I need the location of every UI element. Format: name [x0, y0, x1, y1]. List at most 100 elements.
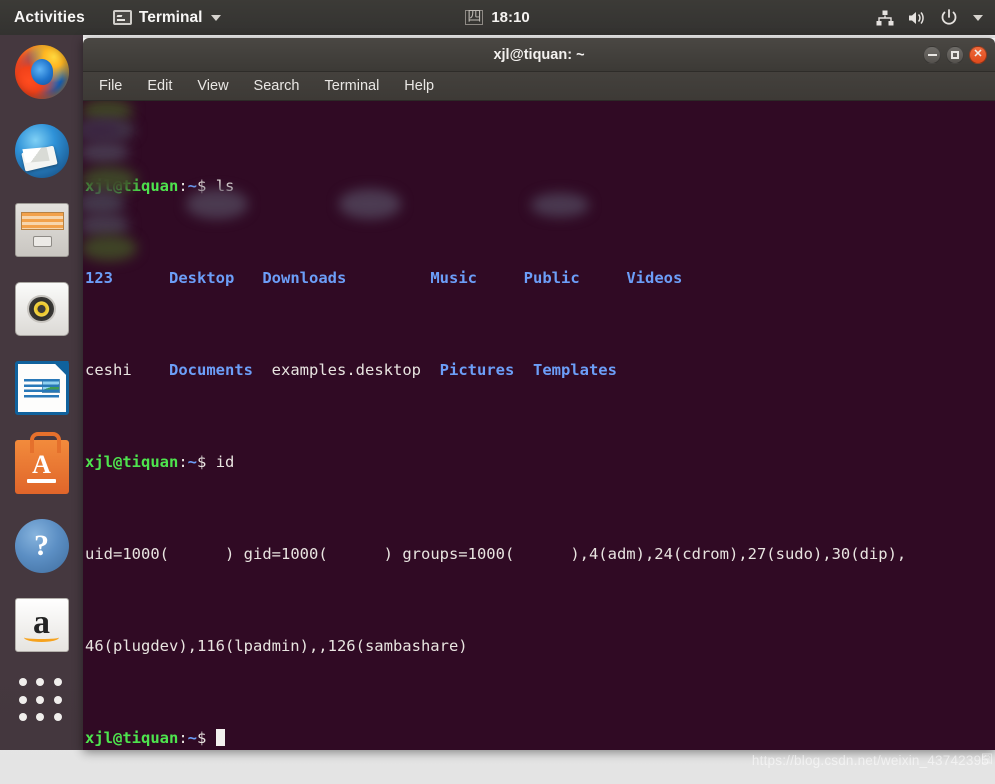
ls-gap — [113, 269, 169, 287]
ls-cell-desktop: Desktop — [169, 269, 235, 287]
dock-item-help[interactable]: ? — [12, 516, 72, 576]
ls-gap — [477, 269, 524, 287]
prompt-user: xjl@ — [85, 729, 123, 747]
prompt-user: xjl@ — [85, 177, 123, 195]
window-title: xjl@tiquan: ~ — [493, 46, 585, 63]
help-question-glyph: ? — [34, 529, 49, 562]
ls-cell-pictures: Pictures — [439, 361, 515, 379]
menu-view[interactable]: View — [195, 76, 230, 96]
ls-gap — [234, 269, 262, 287]
app-menu-button[interactable]: Terminal — [112, 9, 222, 27]
clock-text: 18:10 — [491, 9, 530, 26]
id-groups-wrap: 46(plugdev),116(lpadmin),,126(sambashare… — [85, 637, 468, 655]
menu-terminal[interactable]: Terminal — [323, 76, 382, 96]
dock-item-amazon[interactable]: a — [12, 595, 72, 655]
menu-help[interactable]: Help — [402, 76, 436, 96]
terminal-line-prompt-ls: xjl@tiquan:~$ ls — [85, 175, 993, 198]
terminal-titlebar[interactable]: xjl@tiquan: ~ ✕ — [83, 38, 995, 72]
id-gid-part: ) gid=1000( — [225, 545, 328, 563]
terminal-text: xjl@tiquan:~$ ls 123 Desktop Downloads M… — [85, 106, 993, 750]
prompt-host: tiquan — [122, 453, 179, 471]
system-tray — [876, 8, 983, 27]
dock-item-thunderbird[interactable] — [12, 121, 72, 181]
gnome-top-bar: Activities Terminal 四 18:10 — [0, 0, 995, 35]
tray-chevron-down-icon[interactable] — [971, 14, 983, 21]
firefox-icon — [14, 45, 69, 99]
chevron-down-glyph — [973, 14, 983, 21]
ls-cell-videos: Videos — [626, 269, 683, 287]
ls-cell-examples-desktop: examples.desktop — [271, 361, 421, 379]
rhythmbox-icon — [14, 282, 69, 336]
grid-dot — [36, 695, 45, 704]
terminal-line-id-output-1: uid=1000( ) gid=1000( ) groups=1000( ),4… — [85, 543, 993, 566]
menu-edit[interactable]: Edit — [145, 76, 174, 96]
ls-gap — [132, 361, 169, 379]
id-groups-tail: ),4(adm),24(cdrom),27(sudo),30(dip), — [570, 545, 907, 563]
terminal-line-ls-row2: ceshi Documents examples.desktop Picture… — [85, 359, 993, 382]
prompt-colon: : — [178, 729, 188, 747]
ls-cell-ceshi: ceshi — [85, 361, 132, 379]
prompt-host: tiquan — [122, 729, 179, 747]
terminal-output-area[interactable]: xjl@tiquan:~$ ls 123 Desktop Downloads M… — [83, 101, 995, 750]
dock-item-files[interactable] — [12, 200, 72, 260]
ls-cell-templates: Templates — [532, 361, 617, 379]
libreoffice-writer-icon — [14, 361, 69, 415]
volume-icon[interactable] — [907, 10, 927, 26]
prompt-user: xjl@ — [85, 453, 123, 471]
dock-item-firefox[interactable] — [12, 42, 72, 102]
calendar-icon: 四 — [465, 9, 484, 25]
chevron-down-icon — [211, 14, 222, 21]
terminal-icon — [112, 10, 132, 25]
desktop-screen: Activities Terminal 四 18:10 A ? a xjl@ti… — [0, 0, 995, 784]
grid-dot — [53, 713, 62, 722]
grid-dot — [18, 713, 27, 722]
ubuntu-software-icon — [14, 432, 69, 494]
software-bar-glyph — [27, 479, 56, 484]
ls-cell-123: 123 — [85, 269, 113, 287]
grid-dot — [18, 678, 27, 686]
terminal-line-prompt-id: xjl@tiquan:~$ id — [85, 451, 993, 474]
maximize-icon — [951, 50, 959, 59]
ls-cell-music: Music — [430, 269, 477, 287]
menu-search[interactable]: Search — [252, 76, 302, 96]
watermark-text: https://blog.csdn.net/weixin_43742395 — [751, 753, 989, 768]
prompt-symbol: $ — [197, 177, 216, 195]
ls-cell-public: Public — [523, 269, 580, 287]
minimize-icon — [927, 53, 937, 56]
network-icon[interactable] — [876, 10, 894, 26]
terminal-line-id-output-2: 46(plugdev),116(lpadmin),,126(sambashare… — [85, 635, 993, 658]
command-id: id — [215, 453, 235, 471]
close-button[interactable]: ✕ — [969, 45, 987, 64]
prompt-colon: : — [178, 453, 188, 471]
amazon-swoosh-glyph — [23, 633, 60, 643]
power-icon[interactable] — [940, 8, 958, 27]
dock-item-rhythmbox[interactable] — [12, 279, 72, 339]
show-applications-button[interactable] — [18, 678, 65, 724]
grid-dot — [36, 678, 45, 686]
id-redacted-uid — [169, 545, 225, 563]
ls-gap — [253, 361, 272, 379]
ubuntu-dock: ? a — [0, 35, 83, 750]
clock-button[interactable]: 四 18:10 — [465, 9, 530, 26]
menu-file[interactable]: File — [97, 76, 124, 96]
grid-dot — [53, 695, 62, 704]
id-redacted-gid — [328, 545, 384, 563]
ls-cell-documents: Documents — [169, 361, 253, 379]
ls-gap — [421, 361, 440, 379]
id-uid-part: uid=1000( — [85, 545, 169, 563]
prompt-path: ~ — [187, 729, 198, 747]
dock-item-ubuntu-software[interactable] — [12, 432, 72, 497]
window-controls: ✕ — [923, 45, 987, 64]
maximize-button[interactable] — [946, 45, 964, 64]
activities-button[interactable]: Activities — [14, 9, 85, 27]
command-ls: ls — [215, 177, 235, 195]
id-groups-part: ) groups=1000( — [383, 545, 515, 563]
amazon-icon: a — [14, 598, 69, 652]
grid-dot — [18, 695, 27, 704]
minimize-button[interactable] — [923, 45, 941, 64]
dock-item-libreoffice-writer[interactable] — [12, 358, 72, 418]
grid-dot — [36, 713, 45, 722]
ls-cell-downloads: Downloads — [262, 269, 347, 287]
grid-dot — [53, 678, 62, 686]
terminal-cursor — [215, 729, 225, 746]
